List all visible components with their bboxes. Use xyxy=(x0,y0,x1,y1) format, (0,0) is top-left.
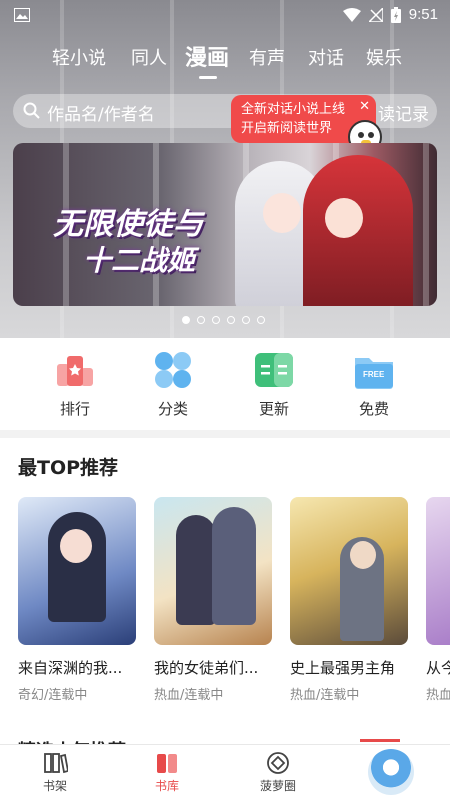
nav-label: 书库 xyxy=(154,779,179,793)
pagination-dot[interactable] xyxy=(257,316,265,324)
book-meta: 热血/连载中 xyxy=(290,688,360,703)
tab-light-novel[interactable]: 轻小说 xyxy=(52,44,106,70)
free-badge: FREE xyxy=(363,370,385,379)
book-title: 来自深渊的我... xyxy=(18,659,123,677)
banner-character-face xyxy=(325,198,363,238)
ranking-button[interactable]: 排行 xyxy=(35,350,115,419)
book-card[interactable]: 来自深渊的我... 奇幻/连载中 xyxy=(18,497,136,703)
book-title: 我的女徒弟们... xyxy=(154,659,259,677)
nav-pineapple-circle[interactable]: 菠萝圈 xyxy=(243,751,313,794)
tab-dialogue[interactable]: 对话 xyxy=(308,44,344,70)
section-divider xyxy=(0,430,450,438)
book-title: 从今 xyxy=(426,659,450,677)
status-time: 9:51 xyxy=(408,6,438,23)
cover-art xyxy=(212,507,256,625)
pagination-dot[interactable] xyxy=(212,316,220,324)
category-icon xyxy=(151,350,195,390)
category-button[interactable]: 分类 xyxy=(133,350,213,419)
quick-actions: 排行 分类 更新 FREE 免费 xyxy=(0,338,450,430)
book-card[interactable]: 从今 热血 xyxy=(426,497,450,703)
nav-label: 书架 xyxy=(42,779,67,793)
gallery-notification-icon xyxy=(14,8,30,22)
user-avatar[interactable] xyxy=(368,749,414,795)
book-cover xyxy=(154,497,272,645)
update-icon xyxy=(252,350,296,390)
tab-audio[interactable]: 有声 xyxy=(249,44,285,70)
search-placeholder[interactable]: 作品名/作者名 xyxy=(47,100,155,125)
category-tabs: 轻小说 同人 漫画 有声 对话 娱乐 xyxy=(0,40,450,80)
pagination-dot[interactable] xyxy=(242,316,250,324)
ranking-icon xyxy=(53,350,97,390)
reading-history-link[interactable]: 读记录 xyxy=(378,100,429,125)
update-button[interactable]: 更新 xyxy=(234,350,314,419)
free-button[interactable]: FREE 免费 xyxy=(334,350,414,419)
cover-art xyxy=(350,541,376,569)
ranking-label: 排行 xyxy=(59,400,90,418)
search-icon xyxy=(23,102,40,119)
book-cover xyxy=(18,497,136,645)
active-tab-indicator xyxy=(199,76,217,79)
battery-charging-icon xyxy=(390,6,401,23)
mascot-eye xyxy=(368,132,374,138)
cover-art xyxy=(60,529,92,563)
pineapple-circle-icon xyxy=(265,751,291,775)
wifi-icon xyxy=(342,7,361,22)
book-meta: 热血/连载中 xyxy=(154,688,224,703)
tab-fan-fiction[interactable]: 同人 xyxy=(131,44,167,70)
next-section-accent xyxy=(360,739,400,742)
featured-banner[interactable]: 无限使徒与 十二战姬 xyxy=(13,143,437,306)
pagination-dot[interactable] xyxy=(197,316,205,324)
free-folder-icon: FREE xyxy=(352,350,396,390)
banner-character-face xyxy=(263,193,301,233)
category-label: 分类 xyxy=(157,400,188,418)
banner-title-line-1: 无限使徒与 xyxy=(53,207,203,242)
nav-label: 菠萝圈 xyxy=(259,779,296,793)
tab-comics[interactable]: 漫画 xyxy=(185,40,229,72)
pagination-dot[interactable] xyxy=(227,316,235,324)
book-meta: 热血 xyxy=(426,688,450,703)
update-label: 更新 xyxy=(258,400,289,418)
pagination-dot[interactable] xyxy=(182,316,190,324)
cover-art xyxy=(176,515,216,625)
close-icon[interactable]: ✕ xyxy=(359,97,370,116)
hero-header: 9:51 轻小说 同人 漫画 有声 对话 娱乐 作品名/作者名 读记录 全新对话… xyxy=(0,0,450,338)
promo-line-1: 全新对话小说上线 xyxy=(241,102,346,117)
status-bar: 9:51 xyxy=(0,0,450,32)
bookshelf-icon xyxy=(42,751,70,775)
library-icon xyxy=(154,751,180,775)
mascot-eye xyxy=(358,132,364,138)
section-title: 最TOP推荐 xyxy=(18,457,119,479)
banner-title-line-2: 十二战姬 xyxy=(83,244,196,277)
free-label: 免费 xyxy=(358,400,389,418)
book-meta: 奇幻/连载中 xyxy=(18,688,88,703)
book-cover xyxy=(426,497,450,645)
no-signal-icon xyxy=(368,7,383,22)
banner-pagination xyxy=(182,316,265,324)
book-card[interactable]: 史上最强男主角 热血/连载中 xyxy=(290,497,408,703)
book-cover xyxy=(290,497,408,645)
nav-bookshelf[interactable]: 书架 xyxy=(20,751,90,794)
tab-entertainment[interactable]: 娱乐 xyxy=(366,44,402,70)
book-title: 史上最强男主角 xyxy=(290,659,396,677)
nav-library[interactable]: 书库 xyxy=(132,751,202,794)
book-card[interactable]: 我的女徒弟们... 热血/连载中 xyxy=(154,497,272,703)
